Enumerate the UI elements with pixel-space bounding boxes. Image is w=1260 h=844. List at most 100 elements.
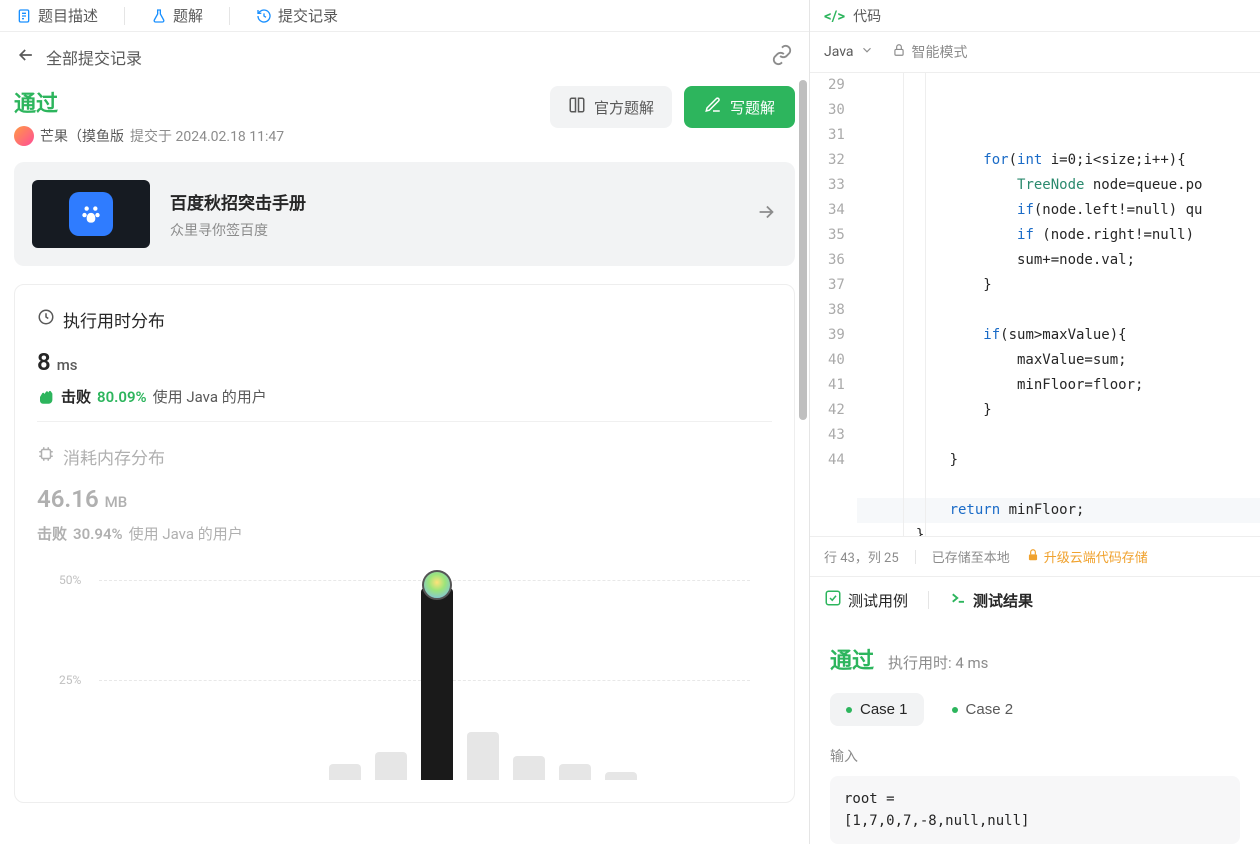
bar[interactable] (467, 732, 499, 780)
file-icon (16, 8, 32, 24)
promo-thumb (32, 180, 150, 248)
grid-label: 50% (59, 573, 81, 587)
stat-card: 执行用时分布 8 ms 击败 80.09% 使用 Java 的用户 消耗内存分布 (14, 284, 795, 803)
user-name[interactable]: 芒果（摸鱼版 (40, 126, 124, 146)
case-1-tab[interactable]: Case 1 (830, 693, 924, 726)
code-header: </> 代码 (810, 0, 1260, 32)
result-pass: 通过 (830, 643, 874, 675)
top-tabs: 题目描述 题解 提交记录 (0, 0, 809, 32)
write-label: 写题解 (730, 97, 775, 118)
code-lines: for(int i=0;i<size;i++){ TreeNode node=q… (857, 73, 1260, 536)
back-row: 全部提交记录 (0, 32, 809, 82)
baidu-logo-icon (69, 192, 113, 236)
test-body: 通过 执行用时: 4 ms Case 1 Case 2 输入 root = [1… (810, 623, 1260, 844)
promo-sub: 众里寻你签百度 (170, 220, 735, 240)
case-2-tab[interactable]: Case 2 (936, 693, 1030, 726)
runtime-chart: 25% 50% (59, 560, 750, 780)
test-tabs: 测试用例 测试结果 (810, 576, 1260, 623)
clock-icon (37, 308, 55, 331)
content-scroll[interactable]: 通过 芒果（摸鱼版 提交于 2024.02.18 11:47 官方题解 写题解 (0, 82, 809, 844)
divider (928, 591, 929, 609)
tab-cases-label: 测试用例 (848, 590, 908, 611)
tab-solution-label: 题解 (173, 5, 203, 26)
avatar[interactable] (14, 126, 34, 146)
mode-label: 智能模式 (892, 42, 968, 62)
back-label: 全部提交记录 (46, 45, 142, 69)
grid-label: 25% (59, 673, 81, 687)
case1-label: Case 1 (860, 701, 908, 718)
cursor-pos: 行 43，列 25 (824, 547, 899, 566)
flask-icon (151, 8, 167, 24)
edit-icon (704, 96, 722, 118)
lang-label: Java (824, 44, 854, 60)
arrow-right-icon (755, 201, 777, 227)
write-solution-button[interactable]: 写题解 (684, 86, 795, 128)
chip-icon (37, 445, 55, 468)
runtime-section[interactable]: 执行用时分布 8 ms 击败 80.09% 使用 Java 的用户 (15, 285, 794, 421)
code-editor[interactable]: 29303132333435363738394041424344 for(int… (810, 73, 1260, 536)
input-val: [1,7,0,7,-8,null,null] (844, 810, 1226, 832)
terminal-icon (949, 589, 967, 611)
runtime-unit: ms (57, 356, 78, 374)
memory-value: 46.16 (37, 485, 99, 513)
mem-beat-suffix: 使用 Java 的用户 (129, 523, 243, 544)
input-var: root = (844, 788, 1226, 810)
link-icon[interactable] (771, 44, 793, 70)
promo-title: 百度秋招突击手册 (170, 189, 735, 214)
back-icon[interactable] (16, 45, 36, 69)
history-icon (256, 8, 272, 24)
dot-icon (846, 707, 852, 713)
lock-icon (892, 43, 906, 61)
divider (124, 7, 125, 25)
book-icon (568, 96, 586, 118)
tab-test-cases[interactable]: 测试用例 (824, 589, 908, 611)
bar[interactable] (375, 752, 407, 780)
memory-unit: MB (105, 493, 128, 511)
bar[interactable] (421, 588, 453, 780)
bar[interactable] (329, 764, 361, 780)
clap-icon (37, 388, 55, 406)
editor-footer: 行 43，列 25 已存储至本地 升级云端代码存储 (810, 536, 1260, 576)
user-marker-icon (422, 570, 452, 600)
scrollbar[interactable] (799, 80, 807, 420)
submitted-at: 提交于 2024.02.18 11:47 (130, 126, 284, 146)
beat-pct: 80.09% (97, 388, 147, 406)
mode-text: 智能模式 (912, 42, 968, 62)
language-select[interactable]: Java (824, 43, 874, 61)
status-pass: 通过 (14, 86, 284, 118)
official-label: 官方题解 (594, 97, 654, 118)
gutter: 29303132333435363738394041424344 (810, 73, 857, 536)
runtime-head: 执行用时分布 (63, 307, 165, 332)
official-solution-button[interactable]: 官方题解 (550, 86, 672, 128)
tab-test-result[interactable]: 测试结果 (949, 589, 1033, 611)
code-icon: </> (824, 7, 845, 25)
lock-fill-icon (1026, 548, 1040, 566)
tab-description-label: 题目描述 (38, 5, 98, 26)
beat-suffix: 使用 Java 的用户 (153, 386, 267, 407)
beat-label: 击败 (61, 386, 91, 407)
bar[interactable] (513, 756, 545, 780)
tab-result-label: 测试结果 (973, 590, 1033, 611)
input-box[interactable]: root = [1,7,0,7,-8,null,null] (830, 776, 1240, 844)
memory-section[interactable]: 消耗内存分布 46.16 MB 击败 30.94% 使用 Java 的用户 25… (15, 422, 794, 794)
divider (229, 7, 230, 25)
chevron-down-icon (860, 43, 874, 61)
promo-card[interactable]: 百度秋招突击手册 众里寻你签百度 (14, 162, 795, 266)
tab-history[interactable]: 提交记录 (256, 5, 338, 26)
bar[interactable] (559, 764, 591, 780)
tab-history-label: 提交记录 (278, 5, 338, 26)
saved-label: 已存储至本地 (932, 547, 1010, 566)
tab-solution[interactable]: 题解 (151, 5, 203, 26)
check-box-icon (824, 589, 842, 611)
runtime-value: 8 (37, 348, 51, 376)
upgrade-text: 升级云端代码存储 (1044, 547, 1148, 566)
memory-head: 消耗内存分布 (63, 444, 165, 469)
bars (99, 560, 750, 780)
result-time: 执行用时: 4 ms (888, 652, 988, 673)
tab-description[interactable]: 题目描述 (16, 5, 98, 26)
mem-beat-pct: 30.94% (73, 525, 123, 543)
input-label: 输入 (830, 746, 1240, 766)
upgrade-link[interactable]: 升级云端代码存储 (1026, 547, 1148, 566)
mem-beat-label: 击败 (37, 523, 67, 544)
bar[interactable] (605, 772, 637, 780)
